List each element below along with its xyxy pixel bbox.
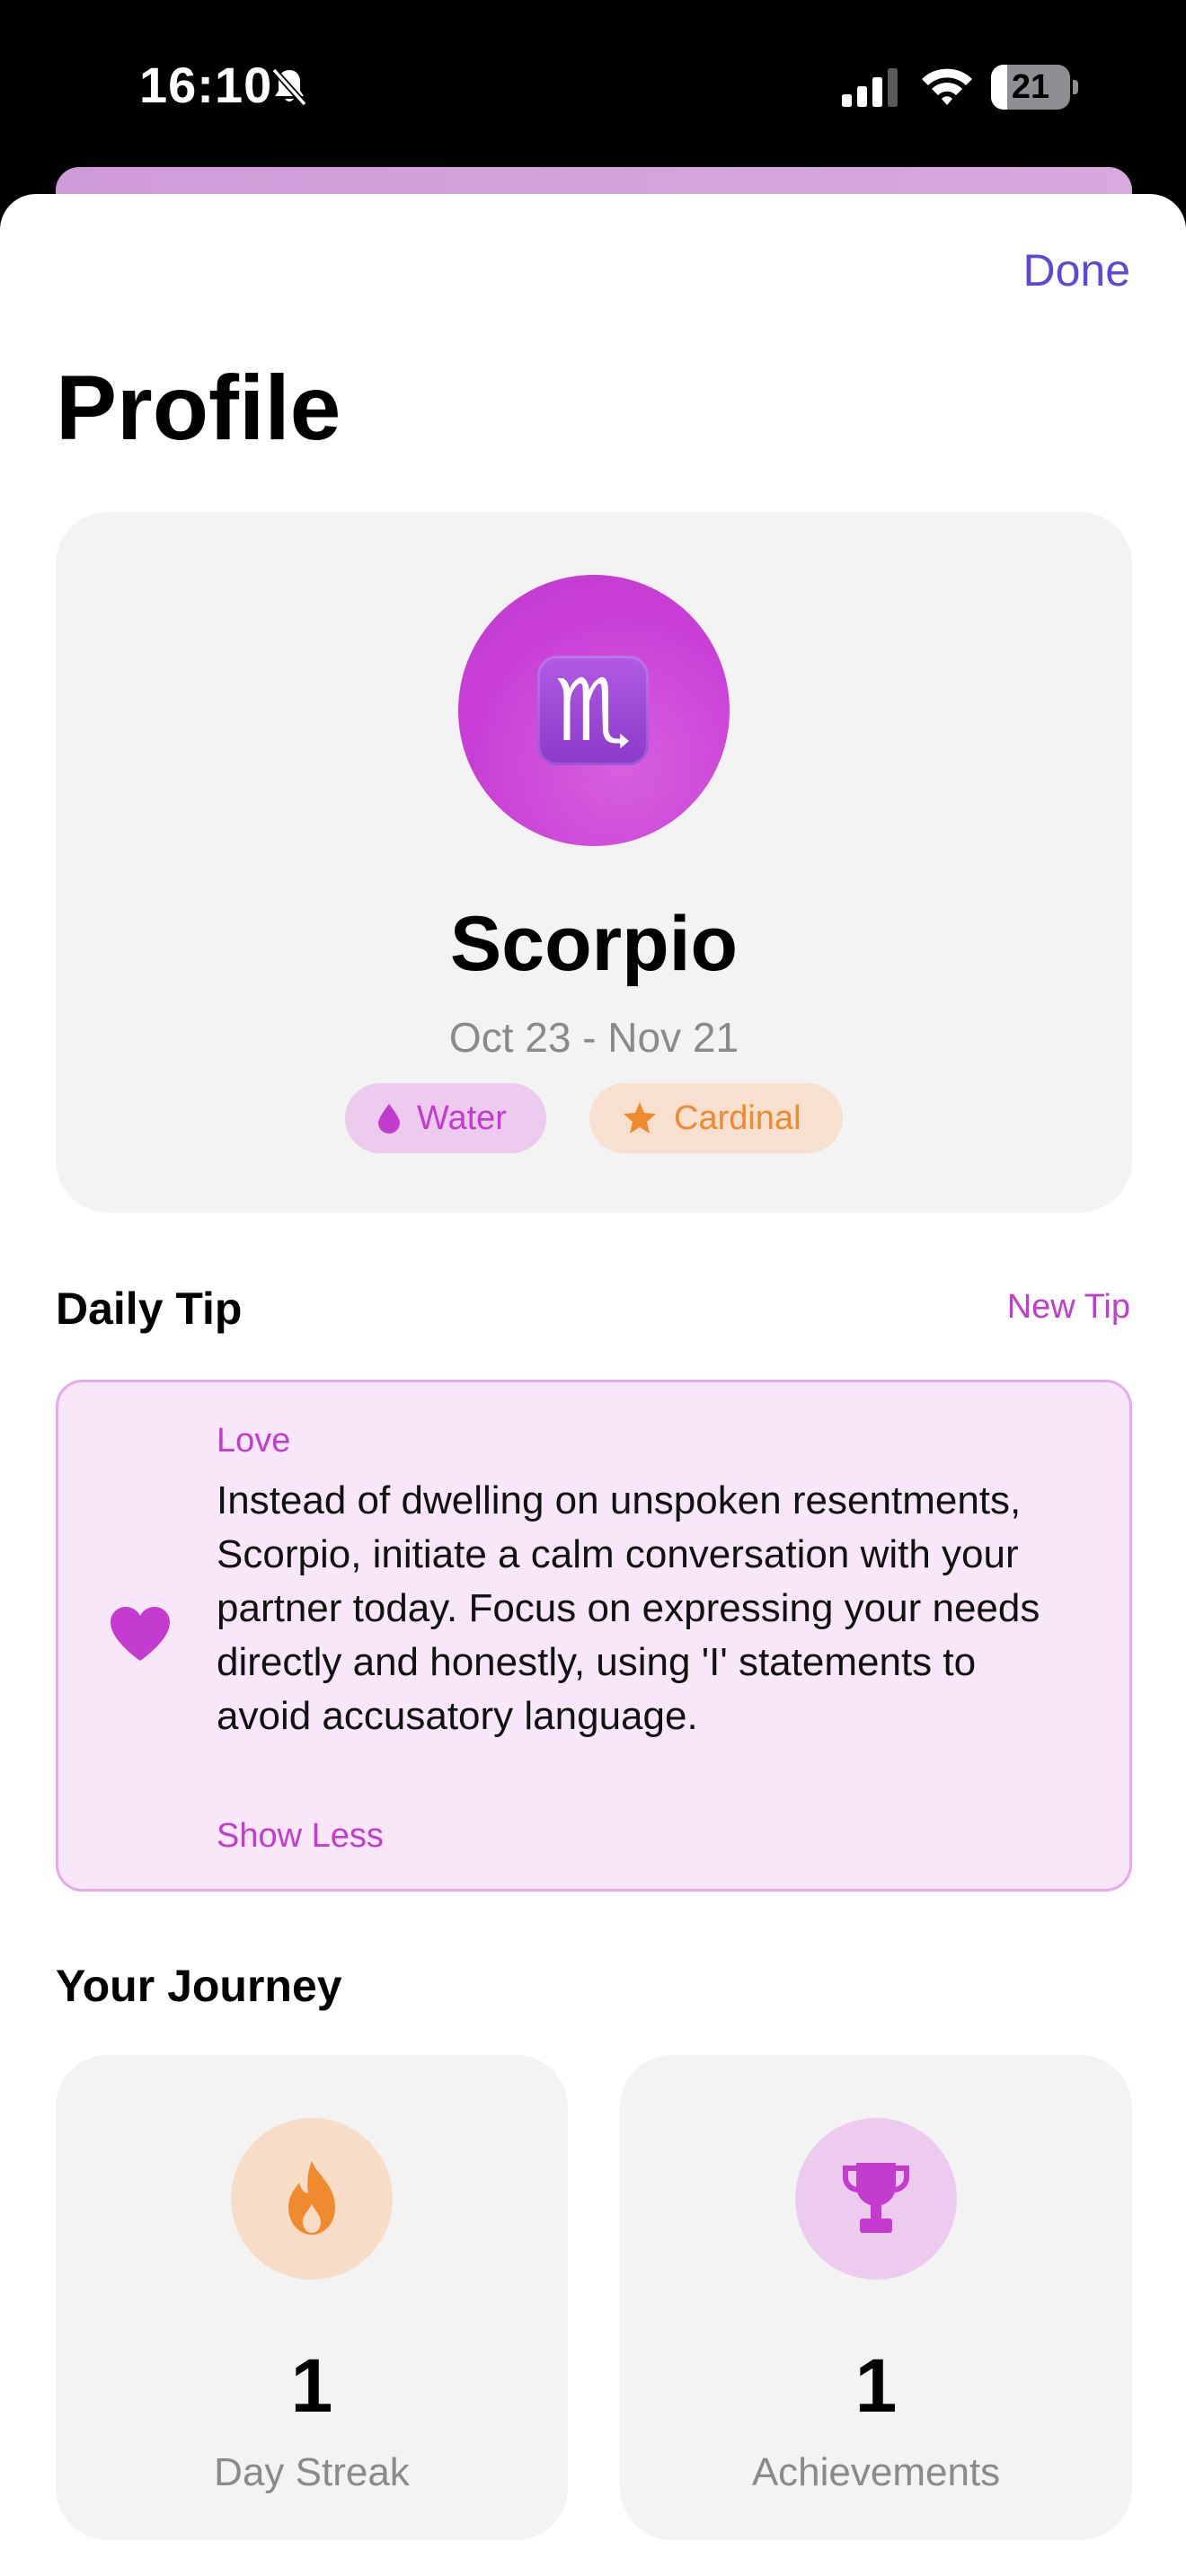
streak-label: Day Streak (214, 2450, 410, 2494)
achievements-label: Achievements (751, 2450, 1001, 2494)
new-tip-button[interactable]: New Tip (1007, 1288, 1130, 1327)
achievements-value: 1 (854, 2343, 898, 2428)
tip-category: Love (217, 1422, 291, 1460)
profile-sheet: Done Profile ♏ Scorpio Oct 23 - Nov 21 W… (0, 194, 1186, 2576)
journey-title: Your Journey (56, 1961, 342, 2011)
profile-screen: 16:10 21 Done Profile ♏ Scorpio Oct 23 -… (0, 0, 1186, 2576)
zodiac-card: ♏ Scorpio Oct 23 - Nov 21 Water Cardinal (56, 512, 1132, 1213)
element-label: Water (417, 1098, 507, 1137)
status-time: 16:10 (139, 57, 273, 113)
zodiac-dates: Oct 23 - Nov 21 (448, 1014, 739, 1061)
cellular-signal-icon (842, 68, 898, 107)
trophy-icon (843, 2163, 909, 2233)
streak-value: 1 (290, 2343, 333, 2428)
tip-text: Instead of dwelling on unspoken resentme… (217, 1478, 1040, 1738)
modality-label: Cardinal (674, 1098, 801, 1137)
zodiac-symbol: ♏ (553, 660, 633, 761)
drop-icon (378, 1104, 400, 1134)
bell-slash-icon (271, 67, 307, 107)
scorpio-symbol-icon: ♏ (537, 656, 649, 765)
daily-tip-title: Daily Tip (56, 1284, 243, 1334)
zodiac-name: Scorpio (449, 901, 739, 987)
heart-icon (111, 1607, 170, 1661)
show-less-button[interactable]: Show Less (217, 1817, 384, 1856)
wifi-icon (922, 68, 972, 105)
day-streak-card: 1 Day Streak (56, 2055, 568, 2540)
zodiac-avatar: ♏ (458, 575, 730, 846)
daily-tip-card: Love Instead of dwelling on unspoken res… (56, 1380, 1132, 1892)
page-title: Profile (56, 357, 341, 459)
flame-icon (288, 2161, 335, 2235)
star-icon (624, 1102, 656, 1134)
done-button[interactable]: Done (1022, 244, 1130, 296)
battery-icon: 21 (991, 65, 1078, 110)
status-bar: 16:10 21 (0, 0, 1186, 171)
battery-level: 21 (1011, 68, 1050, 106)
achievements-card: 1 Achievements (620, 2055, 1132, 2540)
modality-badge: Cardinal (589, 1083, 843, 1153)
element-badge: Water (345, 1083, 546, 1153)
